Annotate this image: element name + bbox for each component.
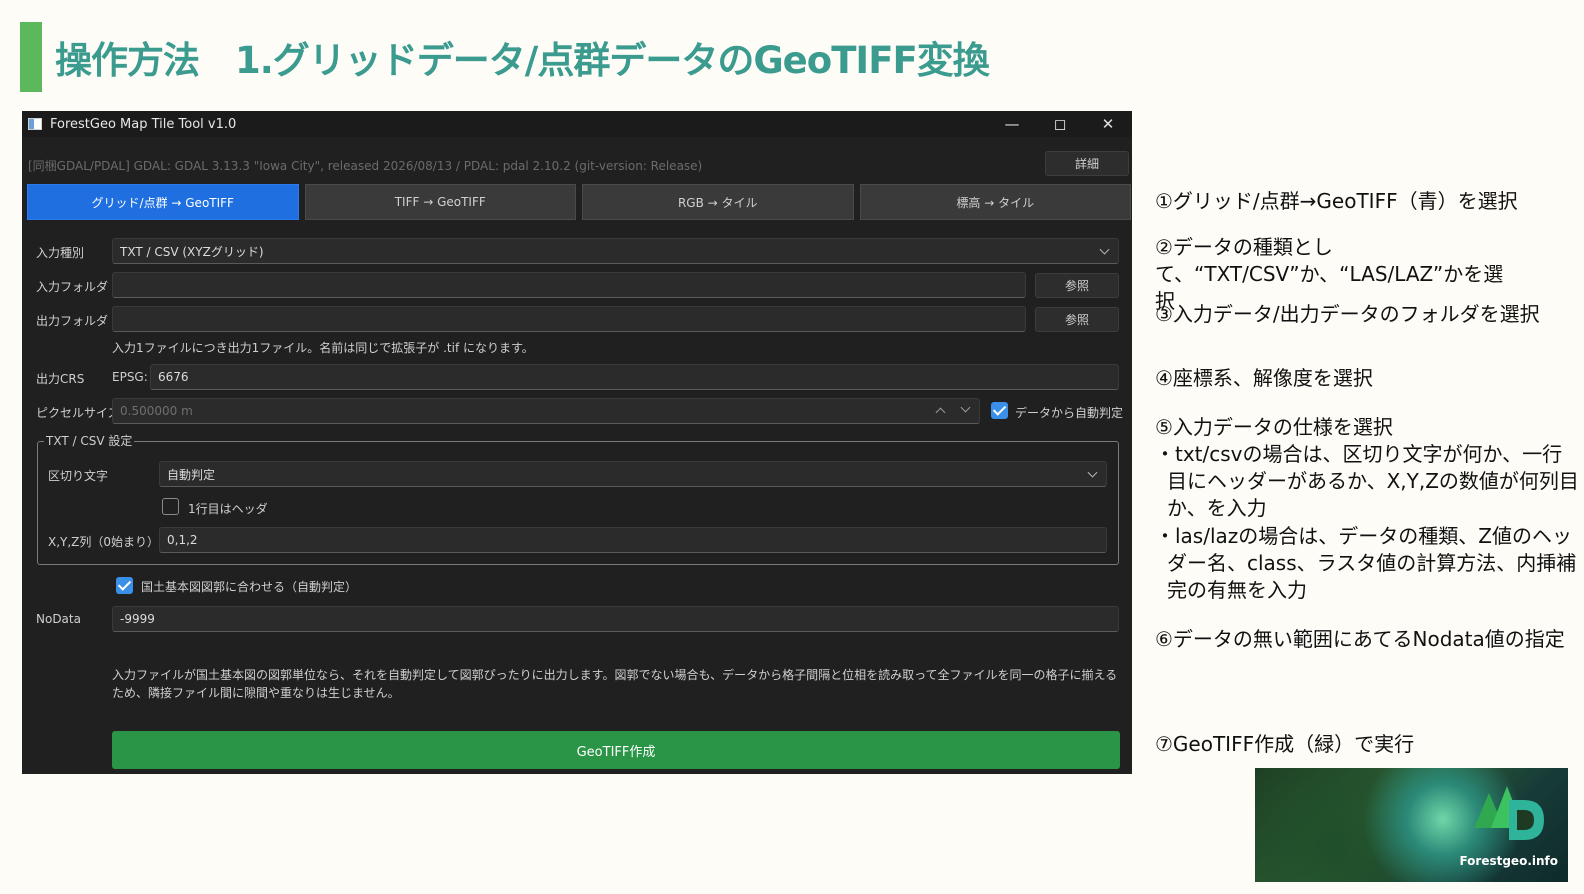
- pixel-size-spinbox[interactable]: 0.500000 m: [112, 398, 980, 424]
- step-5: ⑤入力データの仕様を選択: [1155, 415, 1393, 439]
- chevron-down-icon: [1099, 244, 1110, 255]
- app-window: ForestGeo Map Tile Tool v1.0 — ◻ ✕ [同梱GD…: [22, 111, 1132, 774]
- close-icon[interactable]: ✕: [1084, 111, 1132, 137]
- tab-rgb-tile[interactable]: RGB → タイル: [582, 184, 854, 220]
- window-title: ForestGeo Map Tile Tool v1.0: [50, 116, 237, 132]
- epsg-prefix: EPSG:: [112, 370, 148, 384]
- step-5-txt-csv: ・txt/csvの場合は、区切り文字が何か、一行目にヘッダーがあるか、X,Y,Z…: [1155, 442, 1579, 520]
- pixel-size-label: ピクセルサイズ: [36, 406, 120, 420]
- header-checkbox[interactable]: [162, 498, 179, 515]
- nodata-value: -9999: [120, 612, 155, 626]
- pixel-auto-label: データから自動判定: [1015, 406, 1124, 420]
- input-folder-label: 入力フォルダ: [36, 280, 109, 294]
- output-folder-field[interactable]: [112, 306, 1026, 332]
- spin-down-icon[interactable]: [960, 402, 971, 413]
- input-type-select[interactable]: TXT / CSV (XYZグリッド): [112, 238, 1119, 264]
- slide-title: 操作方法 1.グリッドデータ/点群データのGeoTIFF変換: [55, 39, 990, 82]
- detail-button[interactable]: 詳細: [1045, 151, 1129, 176]
- input-folder-field[interactable]: [112, 272, 1026, 298]
- output-folder-browse-button[interactable]: 参照: [1035, 307, 1119, 332]
- align-sheet-label: 国土基本図図郭に合わせる（自動判定）: [141, 580, 358, 594]
- output-folder-label: 出力フォルダ: [36, 314, 109, 328]
- app-icon: [28, 118, 42, 130]
- step-1: ①グリッド/点群→GeoTIFF（青）を選択: [1155, 189, 1518, 213]
- step-7: ⑦GeoTIFF作成（緑）で実行: [1155, 732, 1415, 756]
- forestgeo-mark-icon: [1474, 786, 1544, 840]
- align-sheet-checkbox[interactable]: [116, 577, 133, 594]
- minimize-icon[interactable]: —: [988, 111, 1036, 137]
- pixel-size-value: 0.500000 m: [120, 404, 193, 418]
- step-3: ③入力データ/出力データのフォルダを選択: [1155, 302, 1540, 326]
- input-folder-browse-button[interactable]: 参照: [1035, 273, 1119, 298]
- version-row: [同梱GDAL/PDAL] GDAL: GDAL 3.13.3 "Iowa Ci…: [22, 151, 1132, 177]
- tab-elevation-tile[interactable]: 標高 → タイル: [859, 184, 1131, 220]
- xyz-columns-label: X,Y,Z列（0始まり）: [48, 535, 160, 549]
- header-label: 1行目はヘッダ: [188, 502, 268, 516]
- input-type-value: TXT / CSV (XYZグリッド): [120, 244, 264, 259]
- spin-up-icon[interactable]: [935, 407, 946, 418]
- nodata-label: NoData: [36, 612, 81, 626]
- window-controls: — ◻ ✕: [988, 111, 1132, 137]
- output-crs-label: 出力CRS: [36, 372, 85, 386]
- output-note: 入力1ファイルにつき出力1ファイル。名前は同じで拡張子が .tif になります。: [112, 341, 534, 355]
- logo-text: Forestgeo.info: [1459, 854, 1558, 868]
- chevron-down-icon: [1087, 467, 1098, 478]
- output-crs-value: 6676: [158, 370, 189, 384]
- step-5-las-laz: ・las/lazの場合は、データの種類、Z値のヘッダー名、class、ラスタ値の…: [1155, 524, 1577, 602]
- maximize-icon[interactable]: ◻: [1036, 111, 1084, 137]
- xyz-columns-value: 0,1,2: [167, 533, 198, 547]
- delimiter-value: 自動判定: [167, 467, 216, 482]
- window-titlebar: ForestGeo Map Tile Tool v1.0 — ◻ ✕: [22, 111, 1132, 137]
- tab-grid-pointcloud-geotiff[interactable]: グリッド/点群 → GeoTIFF: [27, 184, 299, 220]
- txt-csv-group-title: TXT / CSV 設定: [44, 432, 135, 449]
- delimiter-select[interactable]: 自動判定: [159, 461, 1107, 487]
- xyz-columns-field[interactable]: 0,1,2: [159, 527, 1107, 553]
- footer-note: 入力ファイルが国土基本図の図郭単位なら、それを自動判定して図郭ぴったりに出力しま…: [112, 668, 1118, 700]
- tab-tiff-geotiff[interactable]: TIFF → GeoTIFF: [304, 184, 576, 220]
- input-type-label: 入力種別: [36, 246, 85, 260]
- step-6: ⑥データの無い範囲にあてるNodata値の指定: [1155, 627, 1565, 651]
- tab-bar: グリッド/点群 → GeoTIFF TIFF → GeoTIFF RGB → タ…: [27, 184, 1131, 220]
- step-4: ④座標系、解像度を選択: [1155, 366, 1373, 390]
- version-text: [同梱GDAL/PDAL] GDAL: GDAL 3.13.3 "Iowa Ci…: [28, 159, 703, 173]
- output-crs-field[interactable]: 6676: [150, 364, 1119, 390]
- delimiter-label: 区切り文字: [48, 469, 109, 483]
- title-accent-bar: [20, 22, 42, 92]
- pixel-auto-checkbox[interactable]: [991, 402, 1008, 419]
- nodata-field[interactable]: -9999: [112, 606, 1119, 632]
- forestgeo-logo: Forestgeo.info: [1255, 768, 1568, 882]
- geotiff-create-button[interactable]: GeoTIFF作成: [112, 731, 1120, 769]
